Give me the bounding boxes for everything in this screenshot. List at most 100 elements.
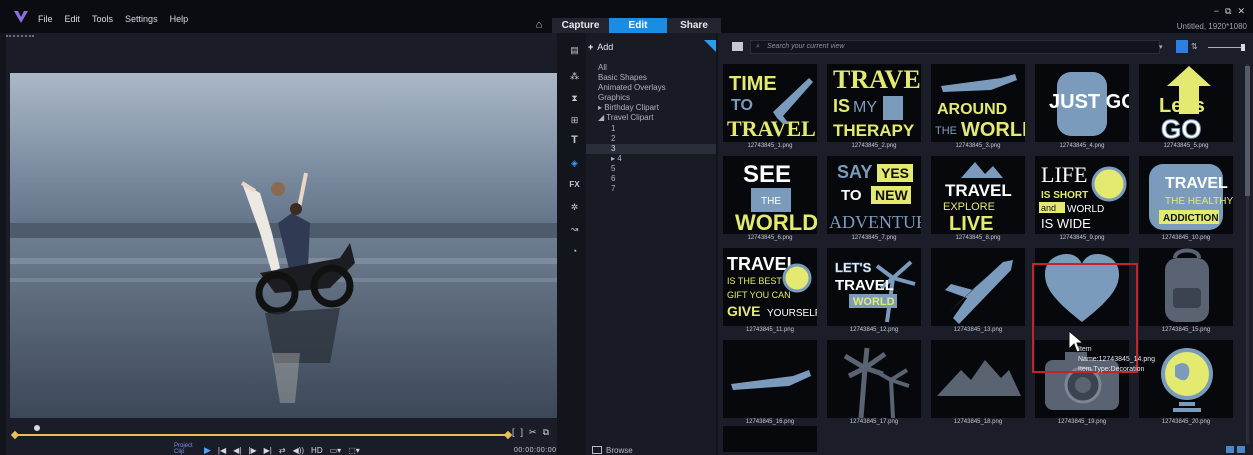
clip-mode-label[interactable]: Clip [174, 449, 193, 455]
library-item[interactable]: 12743845_15.png [1134, 248, 1238, 340]
go-to-start-icon[interactable]: |◀ [218, 446, 226, 455]
library-item[interactable]: AROUND THE WORLD 12743845_3.png [926, 64, 1030, 156]
home-icon[interactable]: ⌂ [532, 19, 546, 31]
tab-capture[interactable]: Capture [552, 18, 609, 33]
library-item[interactable] [718, 426, 822, 455]
item-filename: 12743845_12.png [849, 327, 899, 333]
thumbnail-size-handle[interactable] [1241, 44, 1245, 51]
next-frame-icon[interactable]: |▶ [248, 446, 256, 455]
folder-icon[interactable] [732, 42, 743, 51]
tree-item-basic-shapes[interactable]: Basic Shapes [586, 73, 716, 83]
grid-view-icon[interactable] [1226, 446, 1234, 453]
tree-item-7[interactable]: 7 [586, 184, 716, 194]
add-folder-button[interactable]: + Add [588, 42, 613, 52]
instant-project-icon[interactable]: ⁂ [568, 70, 581, 82]
trim-start-marker[interactable] [10, 430, 20, 440]
library-item[interactable]: TRAVEL THE HEALTHY ADDICTION 12743845_10… [1134, 156, 1238, 248]
project-clip-toggle[interactable]: Project Clip [174, 443, 193, 455]
title-icon[interactable]: T [568, 134, 581, 146]
library-item[interactable]: TRAVEL IS MY THERAPY 12743845_2.png [822, 64, 926, 156]
tab-edit[interactable]: Edit [609, 18, 667, 33]
tree-item-3[interactable]: 3 [586, 143, 716, 154]
menu-help[interactable]: Help [170, 14, 189, 24]
tree-item-4[interactable]: ▸ 4 [586, 154, 716, 164]
aspect-ratio-dropdown[interactable]: ▭▾ [330, 446, 342, 455]
library-item[interactable]: JUST GO 12743845_4.png [1030, 64, 1134, 156]
trim-end-marker[interactable] [503, 430, 513, 440]
mark-in-button[interactable]: [ [512, 427, 515, 438]
item-filename: 12743845_5.png [1163, 143, 1209, 149]
library-item[interactable]: 12743845_13.png [926, 248, 1030, 340]
media-icon[interactable]: ▤ [568, 44, 581, 56]
close-button[interactable]: ✕ [1237, 6, 1245, 17]
tree-item-travel-clipart[interactable]: ◢ Travel Clipart [586, 113, 716, 123]
svg-text:WORLD: WORLD [961, 119, 1025, 141]
menu-file[interactable]: File [38, 14, 53, 24]
menu-edit[interactable]: Edit [65, 14, 81, 24]
library-item[interactable]: SEE THE WORLD 12743845_6.png [718, 156, 822, 248]
video-preview[interactable] [10, 73, 557, 418]
library-item[interactable]: TRAVEL EXPLORE LIVE 12743845_8.png [926, 156, 1030, 248]
tree-item-graphics[interactable]: Graphics [586, 93, 716, 103]
speed-icon[interactable]: ◔ [568, 245, 581, 257]
library-item[interactable]: TIME TO TRAVEL 12743845_1.png [718, 64, 822, 156]
svg-text:THERAPY: THERAPY [833, 121, 915, 140]
svg-text:LET'S: LET'S [835, 260, 872, 275]
sort-icon[interactable]: ⇅ [1191, 42, 1198, 51]
previous-frame-icon[interactable]: ◀| [233, 446, 241, 455]
library-item[interactable]: 12743845_16.png [718, 340, 822, 432]
timecode[interactable]: 00:00:00:00 ⇕ [514, 447, 557, 455]
copy-icon[interactable]: ⧉ [543, 427, 549, 438]
search-input[interactable]: Search your current view [750, 40, 1160, 54]
tree-item-5[interactable]: 5 [586, 164, 716, 174]
library-item[interactable]: SAY YES TO NEW ADVENTURES 12743845_7.png [822, 156, 926, 248]
tree-item-6[interactable]: 6 [586, 174, 716, 184]
fx-icon[interactable]: FX [568, 179, 581, 191]
play-icon[interactable]: ▶ [204, 445, 211, 455]
details-view-icon[interactable] [1237, 446, 1245, 453]
library-item[interactable]: LIFE IS SHORT and WORLD IS WIDE 12743845… [1030, 156, 1134, 248]
panel-grip[interactable] [6, 35, 34, 38]
scrub-bar[interactable] [10, 425, 513, 440]
library-item[interactable]: 12743845_18.png [926, 340, 1030, 432]
library-scrollbar-thumb[interactable] [1245, 66, 1250, 196]
list-view-icon[interactable] [1176, 40, 1188, 53]
library-item[interactable]: LET'S TRAVEL WORLD 12743845_12.png [822, 248, 926, 340]
tree-item-animated-overlays[interactable]: Animated Overlays [586, 83, 716, 93]
tree-item-birthday-clipart[interactable]: ▸ Birthday Clipart [586, 103, 716, 113]
library-item[interactable]: Let's GO 12743845_5.png [1134, 64, 1238, 156]
project-name: Untitled, 1920*1080 [1176, 22, 1247, 31]
menu-tools[interactable]: Tools [92, 14, 113, 24]
go-to-end-icon[interactable]: ▶| [264, 446, 272, 455]
minimize-button[interactable]: − [1214, 6, 1219, 17]
transition-icon[interactable]: ⧗ [568, 92, 581, 104]
volume-icon[interactable]: ◀)) [293, 446, 304, 455]
mark-out-button[interactable]: ] [521, 427, 524, 438]
split-clip-icon[interactable]: ✂ [529, 427, 537, 438]
hd-toggle[interactable]: HD [311, 446, 323, 455]
library-item[interactable] [1030, 248, 1134, 340]
item-filename: 12743845_11.png [746, 327, 794, 333]
library-item[interactable]: 12743845_17.png [822, 340, 926, 432]
zoom-dropdown[interactable]: ⬚▾ [348, 446, 360, 455]
tab-share[interactable]: Share [667, 18, 721, 33]
tree-item-2[interactable]: 2 [586, 134, 716, 144]
library-item[interactable]: TRAVEL IS THE BEST GIFT YOU CAN GIVE YOU… [718, 248, 822, 340]
graphics-icon[interactable]: ◈ [568, 157, 581, 169]
svg-text:AROUND: AROUND [937, 101, 1007, 118]
browse-button[interactable]: Browse [592, 446, 633, 455]
playhead-handle[interactable] [33, 425, 40, 431]
search-dropdown-icon[interactable]: ▾ [1159, 43, 1163, 51]
particle-effect-icon[interactable]: ✲ [568, 201, 581, 213]
library-view-options [1226, 446, 1245, 453]
panel-corner-indicator [704, 40, 716, 52]
maximize-button[interactable]: ⧉ [1225, 6, 1231, 17]
tree-item-1[interactable]: 1 [586, 124, 716, 134]
title-template-icon[interactable]: ⊞ [568, 114, 581, 126]
repeat-icon[interactable]: ⇄ [279, 446, 286, 455]
browse-folder-icon [592, 446, 602, 454]
thumbnail-size-slider[interactable] [1208, 47, 1244, 48]
path-icon[interactable]: ↝ [568, 223, 581, 235]
tree-item-all[interactable]: All [586, 63, 716, 73]
menu-settings[interactable]: Settings [125, 14, 158, 24]
